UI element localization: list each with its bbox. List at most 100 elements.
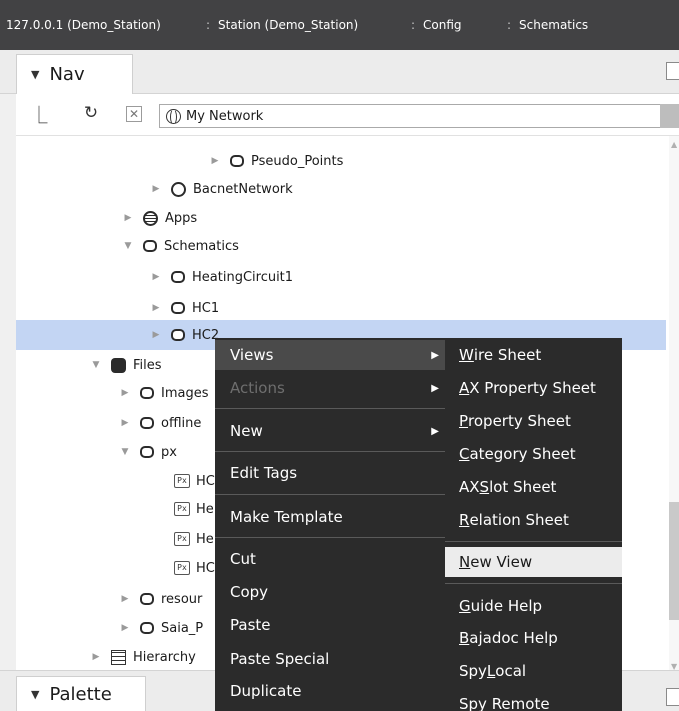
px-file-icon: Px	[174, 561, 190, 575]
tab-palette-label: Palette	[49, 683, 112, 705]
breadcrumb-label: Station (Demo_Station)	[218, 18, 359, 32]
px-file-icon: Px	[174, 532, 190, 546]
menu-item-label: Duplicate	[230, 682, 302, 700]
menu-separator	[445, 583, 622, 584]
folder-icon	[143, 240, 157, 252]
breadcrumb-label: Config	[423, 18, 462, 32]
tree-node-label: Schematics	[164, 238, 239, 254]
tree-scrollbar-thumb[interactable]	[669, 502, 679, 620]
folder-icon	[140, 387, 154, 399]
tab-palette[interactable]: ▼ Palette	[16, 676, 146, 711]
expand-arrow-icon[interactable]: ▶	[120, 418, 130, 428]
expand-arrow-icon[interactable]: ▶	[120, 623, 130, 633]
menu-item-paste-special[interactable]: Paste Special	[215, 644, 445, 674]
breadcrumb-item-host[interactable]: 127.0.0.1 (Demo_Station)	[6, 18, 161, 32]
chevron-down-icon[interactable]: ▼	[31, 68, 39, 81]
menu-item-ax-slot-sheet[interactable]: AX Slot Sheet	[445, 472, 622, 502]
collapse-arrow-icon[interactable]: ▼	[91, 360, 101, 370]
menu-item-label: Paste Special	[230, 650, 330, 668]
maximize-pane-icon[interactable]	[666, 62, 679, 80]
menu-item-edit-tags[interactable]: Edit Tags	[215, 458, 445, 488]
views-submenu: Wire Sheet AX Property Sheet Property Sh…	[445, 338, 622, 711]
px-file-icon: Px	[174, 474, 190, 488]
expand-arrow-icon[interactable]: ▶	[210, 156, 220, 166]
tree-node-label: px	[161, 444, 177, 460]
menu-item-label: Paste	[230, 616, 271, 634]
tree-node-apps[interactable]: ▶ Apps	[16, 203, 666, 233]
tree-node-schematics[interactable]: ▼ Schematics	[16, 231, 666, 261]
menu-separator	[445, 541, 622, 542]
breadcrumb-separator: :	[411, 18, 416, 32]
submenu-arrow-icon: ▶	[431, 349, 439, 361]
menu-item-spy-local[interactable]: Spy Local	[445, 656, 622, 686]
close-icon[interactable]: ✕	[126, 106, 142, 122]
menu-item-relation-sheet[interactable]: Relation Sheet	[445, 505, 622, 535]
tab-nav[interactable]: ▼ Nav	[16, 54, 133, 94]
expand-arrow-icon[interactable]: ▶	[151, 272, 161, 282]
menu-item-copy[interactable]: Copy	[215, 577, 445, 607]
menu-item-new-view[interactable]: New View	[445, 547, 622, 577]
files-icon	[111, 357, 126, 373]
menu-item-paste[interactable]: Paste	[215, 610, 445, 640]
expand-arrow-icon[interactable]: ▶	[91, 652, 101, 662]
menu-item-spy-remote[interactable]: Spy Remote	[445, 689, 622, 711]
menu-item-label: Cut	[230, 550, 256, 568]
network-icon	[171, 181, 186, 197]
breadcrumb-label: Schematics	[519, 18, 589, 32]
tree-node-pseudo-points[interactable]: ▶ Pseudo_Points	[16, 146, 666, 176]
tree-node-label: HC	[196, 560, 215, 576]
collapse-arrow-icon[interactable]: ▼	[120, 447, 130, 457]
tree-node-label: Saia_P	[161, 620, 204, 636]
expand-arrow-icon[interactable]: ▶	[120, 594, 130, 604]
breadcrumb: 127.0.0.1 (Demo_Station) : Station (Demo_…	[0, 0, 679, 50]
scroll-up-icon[interactable]: ▲	[671, 140, 677, 149]
menu-item-wire-sheet[interactable]: Wire Sheet	[445, 340, 622, 370]
globe-icon	[166, 108, 181, 125]
expand-arrow-icon[interactable]: ▶	[151, 330, 161, 340]
menu-item-category-sheet[interactable]: Category Sheet	[445, 439, 622, 469]
tree-node-label: Files	[133, 357, 162, 373]
menu-separator	[215, 451, 445, 452]
breadcrumb-item-station[interactable]: : Station (Demo_Station)	[206, 18, 358, 32]
menu-item-cut[interactable]: Cut	[215, 544, 445, 574]
menu-item-ax-property-sheet[interactable]: AX Property Sheet	[445, 373, 622, 403]
network-select-dropdown-button[interactable]	[660, 104, 679, 128]
menu-item-label: Actions	[230, 379, 285, 397]
folder-icon	[140, 446, 154, 458]
tree-node-label: He	[196, 501, 214, 517]
chevron-down-icon[interactable]: ▼	[31, 688, 39, 701]
menu-separator	[215, 494, 445, 495]
network-select[interactable]: My Network	[159, 104, 679, 128]
menu-item-duplicate[interactable]: Duplicate	[215, 676, 445, 706]
expand-arrow-icon[interactable]: ▶	[151, 184, 161, 194]
menu-item-views[interactable]: Views ▶	[215, 340, 445, 370]
context-menu: Views ▶ Actions ▶ New ▶ Edit Tags Make Temp…	[215, 338, 445, 711]
tree-node-label: offline	[161, 415, 202, 431]
menu-item-make-template[interactable]: Make Template	[215, 502, 445, 532]
tree-node-heatingcircuit1[interactable]: ▶ HeatingCircuit1	[16, 262, 666, 292]
collapse-arrow-icon[interactable]: ▼	[123, 241, 133, 251]
submenu-arrow-icon: ▶	[431, 382, 439, 394]
submenu-arrow-icon: ▶	[431, 425, 439, 437]
menu-item-label: Make Template	[230, 508, 343, 526]
expand-arrow-icon[interactable]: ▶	[123, 213, 133, 223]
menu-item-label: Copy	[230, 583, 269, 601]
breadcrumb-item-config[interactable]: : Config	[411, 18, 462, 32]
sync-to-view-icon[interactable]: ⎿	[28, 102, 50, 126]
breadcrumb-separator: :	[206, 18, 211, 32]
menu-item-property-sheet[interactable]: Property Sheet	[445, 406, 622, 436]
tree-node-bacnetnetwork[interactable]: ▶ BacnetNetwork	[16, 174, 666, 204]
menu-item-bajadoc-help[interactable]: Bajadoc Help	[445, 623, 622, 653]
menu-item-label: Views	[230, 346, 274, 364]
expand-arrow-icon[interactable]: ▶	[120, 388, 130, 398]
folder-icon	[140, 417, 154, 429]
menu-item-guide-help[interactable]: Guide Help	[445, 591, 622, 621]
tree-node-hc1[interactable]: ▶ HC1	[16, 293, 666, 323]
breadcrumb-separator: :	[507, 18, 512, 32]
refresh-icon[interactable]: ↻	[80, 102, 102, 124]
expand-arrow-icon[interactable]: ▶	[151, 303, 161, 313]
maximize-pane-icon[interactable]	[666, 688, 679, 706]
breadcrumb-item-schematics[interactable]: : Schematics	[507, 18, 588, 32]
folder-icon	[171, 302, 185, 314]
menu-item-new[interactable]: New ▶	[215, 416, 445, 446]
